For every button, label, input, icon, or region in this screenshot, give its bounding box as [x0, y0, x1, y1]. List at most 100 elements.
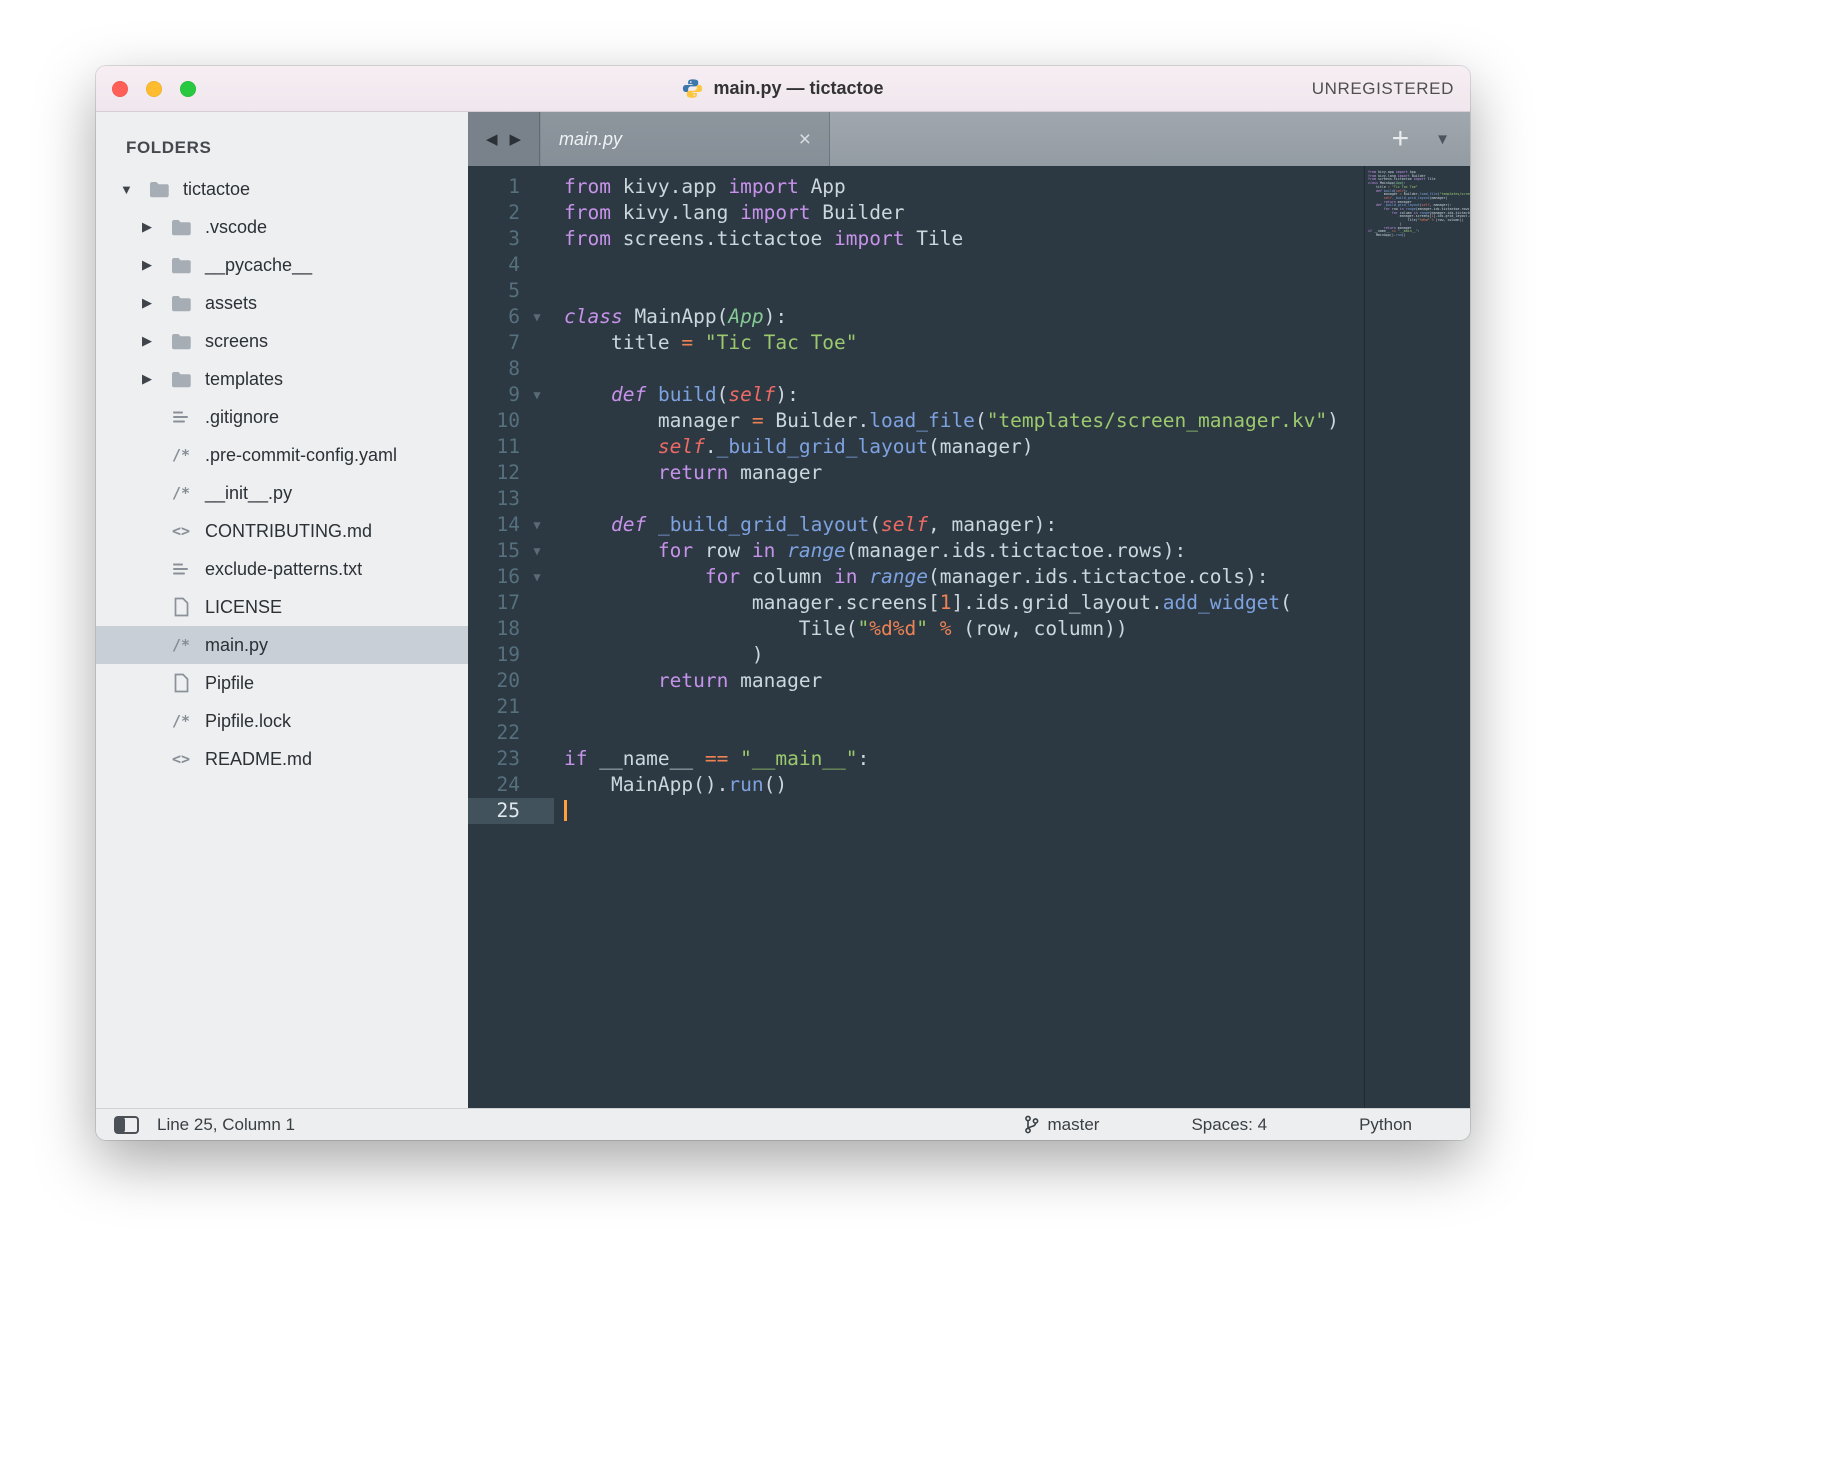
- line-number[interactable]: 4: [468, 252, 520, 278]
- line-number[interactable]: 3: [468, 226, 520, 252]
- fold-arrow-icon[interactable]: ▼: [520, 304, 554, 330]
- code-line-11[interactable]: 11 self._build_grid_layout(manager): [468, 434, 1364, 460]
- line-number[interactable]: 19: [468, 642, 520, 668]
- fold-spacer: [520, 746, 554, 772]
- fold-arrow-icon[interactable]: ▼: [520, 512, 554, 538]
- line-number[interactable]: 24: [468, 772, 520, 798]
- code-line-6[interactable]: 6▼class MainApp(App):: [468, 304, 1364, 330]
- line-number[interactable]: 5: [468, 278, 520, 304]
- line-number[interactable]: 9: [468, 382, 520, 408]
- line-number[interactable]: 18: [468, 616, 520, 642]
- python-file-icon: [682, 78, 703, 99]
- code-line-5[interactable]: 5: [468, 278, 1364, 304]
- tab-list-icon[interactable]: ▼: [1435, 131, 1450, 148]
- code-line-13[interactable]: 13: [468, 486, 1364, 512]
- line-number[interactable]: 13: [468, 486, 520, 512]
- line-number[interactable]: 16: [468, 564, 520, 590]
- fold-arrow-icon[interactable]: ▼: [520, 382, 554, 408]
- tab-back-icon[interactable]: ◀: [486, 130, 498, 148]
- code-line-12[interactable]: 12 return manager: [468, 460, 1364, 486]
- tree-file-main.py[interactable]: /*main.py: [96, 626, 468, 664]
- tree-file-contributing.md[interactable]: <>CONTRIBUTING.md: [96, 512, 468, 550]
- line-number[interactable]: 6: [468, 304, 520, 330]
- syntax-language[interactable]: Python: [1359, 1115, 1412, 1135]
- line-number[interactable]: 20: [468, 668, 520, 694]
- code-line-21[interactable]: 21: [468, 694, 1364, 720]
- fold-arrow-icon[interactable]: ▼: [520, 564, 554, 590]
- line-number[interactable]: 1: [468, 174, 520, 200]
- tree-item-label: Pipfile.lock: [205, 711, 291, 732]
- indentation-setting[interactable]: Spaces: 4: [1191, 1115, 1267, 1135]
- minimize-window-button[interactable]: [146, 81, 162, 97]
- tab-forward-icon[interactable]: ▶: [510, 130, 522, 148]
- code-line-7[interactable]: 7 title = "Tic Tac Toe": [468, 330, 1364, 356]
- code-lines[interactable]: 1from kivy.app import App2from kivy.lang…: [468, 166, 1364, 1108]
- code-line-19[interactable]: 19 ): [468, 642, 1364, 668]
- tree-file-readme.md[interactable]: <>README.md: [96, 740, 468, 778]
- git-branch: master: [1024, 1115, 1099, 1135]
- tree-file-__init__.py[interactable]: /*__init__.py: [96, 474, 468, 512]
- minimap[interactable]: from kivy.app import Appfrom kivy.lang i…: [1364, 166, 1470, 1108]
- tree-folder-__pycache__[interactable]: ▶ __pycache__: [96, 246, 468, 284]
- code-line-8[interactable]: 8: [468, 356, 1364, 382]
- tree-folder-.vscode[interactable]: ▶.vscode: [96, 208, 468, 246]
- tree-folder-assets[interactable]: ▶assets: [96, 284, 468, 322]
- code-line-23[interactable]: 23if __name__ == "__main__":: [468, 746, 1364, 772]
- code-line-14[interactable]: 14▼ def _build_grid_layout(self, manager…: [468, 512, 1364, 538]
- line-number[interactable]: 2: [468, 200, 520, 226]
- code-line-15[interactable]: 15▼ for row in range(manager.ids.tictact…: [468, 538, 1364, 564]
- line-number[interactable]: 15: [468, 538, 520, 564]
- tree-folder-tictactoe[interactable]: ▼tictactoe: [96, 170, 468, 208]
- tree-folder-screens[interactable]: ▶screens: [96, 322, 468, 360]
- line-number[interactable]: 8: [468, 356, 520, 382]
- line-number[interactable]: 10: [468, 408, 520, 434]
- new-tab-icon[interactable]: +: [1392, 124, 1410, 154]
- tree-file-pipfile.lock[interactable]: /*Pipfile.lock: [96, 702, 468, 740]
- zoom-window-button[interactable]: [180, 81, 196, 97]
- line-number[interactable]: 14: [468, 512, 520, 538]
- line-number[interactable]: 12: [468, 460, 520, 486]
- tree-file-.gitignore[interactable]: .gitignore: [96, 398, 468, 436]
- code-line-24[interactable]: 24 MainApp().run(): [468, 772, 1364, 798]
- line-number[interactable]: 25: [468, 798, 520, 824]
- code-area[interactable]: 1from kivy.app import App2from kivy.lang…: [468, 166, 1470, 1108]
- code-line-1[interactable]: 1from kivy.app import App: [468, 174, 1364, 200]
- code-line-17[interactable]: 17 manager.screens[1].ids.grid_layout.ad…: [468, 590, 1364, 616]
- tab-close-icon[interactable]: ×: [799, 129, 811, 150]
- code-line-9[interactable]: 9▼ def build(self):: [468, 382, 1364, 408]
- disclosure-closed-icon[interactable]: ▶: [142, 257, 166, 273]
- tree-file-pipfile[interactable]: Pipfile: [96, 664, 468, 702]
- tree-file-license[interactable]: LICENSE: [96, 588, 468, 626]
- branch-name: master: [1047, 1115, 1099, 1135]
- tree-folder-templates[interactable]: ▶templates: [96, 360, 468, 398]
- sidebar-toggle-icon[interactable]: [114, 1116, 139, 1134]
- code-line-22[interactable]: 22: [468, 720, 1364, 746]
- close-window-button[interactable]: [112, 81, 128, 97]
- disclosure-closed-icon[interactable]: ▶: [142, 219, 166, 235]
- disclosure-closed-icon[interactable]: ▶: [142, 371, 166, 387]
- tree-file-exclude-patterns.txt[interactable]: exclude-patterns.txt: [96, 550, 468, 588]
- code-line-25[interactable]: 25: [468, 798, 1364, 824]
- code-line-4[interactable]: 4: [468, 252, 1364, 278]
- code-line-20[interactable]: 20 return manager: [468, 668, 1364, 694]
- tree-item-label: __pycache__: [205, 255, 312, 276]
- code-line-3[interactable]: 3from screens.tictactoe import Tile: [468, 226, 1364, 252]
- line-number[interactable]: 23: [468, 746, 520, 772]
- fold-arrow-icon[interactable]: ▼: [520, 538, 554, 564]
- disclosure-open-icon[interactable]: ▼: [120, 182, 144, 197]
- disclosure-closed-icon[interactable]: ▶: [142, 333, 166, 349]
- code-line-16[interactable]: 16▼ for column in range(manager.ids.tict…: [468, 564, 1364, 590]
- disclosure-closed-icon[interactable]: ▶: [142, 295, 166, 311]
- line-number[interactable]: 22: [468, 720, 520, 746]
- line-number[interactable]: 7: [468, 330, 520, 356]
- line-number[interactable]: 21: [468, 694, 520, 720]
- line-number[interactable]: 11: [468, 434, 520, 460]
- tree-file-.pre-commit-config.yaml[interactable]: /*.pre-commit-config.yaml: [96, 436, 468, 474]
- status-bar: Line 25, Column 1 master Spaces: 4 Pytho…: [96, 1108, 1470, 1140]
- code-line-18[interactable]: 18 Tile("%d%d" % (row, column)): [468, 616, 1364, 642]
- tab-main-py[interactable]: main.py ×: [540, 112, 830, 166]
- line-number[interactable]: 17: [468, 590, 520, 616]
- code-line-10[interactable]: 10 manager = Builder.load_file("template…: [468, 408, 1364, 434]
- code-text: self._build_grid_layout(manager): [554, 434, 1034, 460]
- code-line-2[interactable]: 2from kivy.lang import Builder: [468, 200, 1364, 226]
